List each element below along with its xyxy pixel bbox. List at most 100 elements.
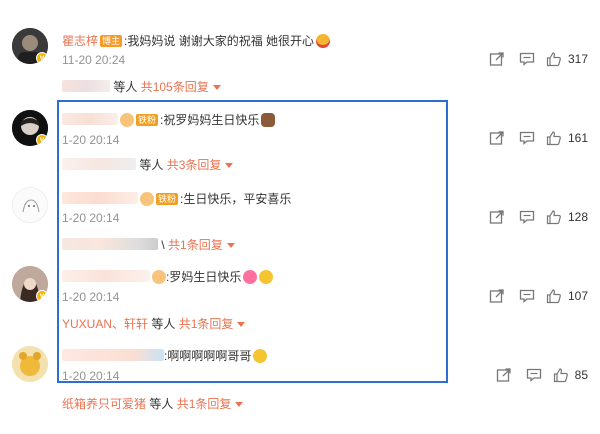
blurred-username <box>62 349 164 361</box>
comment-actions: 107 <box>482 287 588 305</box>
share-button[interactable] <box>482 287 512 305</box>
comment-time: 11-20 20:24 <box>62 53 126 67</box>
like-button[interactable]: 107 <box>546 288 588 304</box>
avatar-image <box>13 188 47 222</box>
iron-fan-tag: 铁粉 <box>136 114 159 126</box>
share-button[interactable] <box>489 366 519 384</box>
share-button[interactable] <box>482 50 512 68</box>
like-button[interactable]: 85 <box>553 367 588 383</box>
comment-actions: 85 <box>489 366 588 384</box>
replies-prefix: \ <box>161 238 165 252</box>
like-count: 85 <box>574 368 588 382</box>
comment-icon <box>519 52 535 66</box>
blurred-username <box>62 238 158 250</box>
chevron-down-icon <box>225 163 234 168</box>
avatar[interactable] <box>12 187 48 223</box>
comment-time: 1-20 20:14 <box>62 211 120 225</box>
avatar[interactable] <box>12 346 48 382</box>
like-count: 161 <box>567 131 588 145</box>
comment-line: 铁粉:祝罗妈妈生日快乐 <box>62 111 276 128</box>
replies-count: 共1条回复 <box>168 238 223 252</box>
comment-button[interactable] <box>512 287 542 305</box>
fan-emoji-icon <box>152 270 166 284</box>
comment-line: :罗妈生日快乐 <box>62 268 274 285</box>
verified-badge-icon: v <box>36 52 48 64</box>
like-button[interactable]: 161 <box>546 130 588 146</box>
replies-link[interactable]: 等人 共105条回复 <box>62 78 221 95</box>
replies-count: 共1条回复 <box>178 317 234 331</box>
replies-count: 共1条回复 <box>176 397 232 411</box>
blurred-username <box>62 158 136 170</box>
replies-prefix: 等人 <box>139 158 164 172</box>
share-button[interactable] <box>482 208 512 226</box>
comment-icon <box>519 289 535 303</box>
share-icon <box>489 52 504 66</box>
share-icon <box>489 131 504 145</box>
cry-emoji-icon <box>253 349 268 363</box>
comment-icon <box>519 131 535 145</box>
avatar[interactable]: v <box>12 28 48 64</box>
like-button[interactable]: 317 <box>546 51 588 67</box>
replies-count: 共3条回复 <box>166 158 222 172</box>
replies-count: 共105条回复 <box>140 80 209 94</box>
avatar[interactable]: v <box>12 266 48 302</box>
blurred-username <box>62 113 118 125</box>
blurred-username <box>62 192 138 204</box>
replies-prefix: 等人 <box>149 397 174 411</box>
heart-emoji-icon <box>243 270 258 284</box>
reply-usernames[interactable]: 纸箱养只可爱猪 <box>62 397 146 411</box>
comment-button[interactable] <box>512 50 542 68</box>
fan-emoji-icon <box>140 192 154 206</box>
comment-text: :啊啊啊啊啊哥哥 <box>164 349 252 363</box>
like-count: 128 <box>567 210 588 224</box>
comment-username[interactable]: 瞿志梓 <box>62 34 98 48</box>
comment-actions: 317 <box>482 50 588 68</box>
like-button[interactable]: 128 <box>546 209 588 225</box>
like-count: 107 <box>567 289 588 303</box>
chevron-down-icon <box>237 322 246 327</box>
comment-time: 1-20 20:14 <box>62 133 120 147</box>
replies-prefix: 等人 <box>113 80 138 94</box>
like-icon <box>553 368 568 383</box>
chevron-down-icon <box>226 243 235 248</box>
share-icon <box>489 210 504 224</box>
verified-badge-icon: v <box>36 290 48 302</box>
share-button[interactable] <box>482 129 512 147</box>
comment-line: :啊啊啊啊啊哥哥 <box>62 347 268 364</box>
iron-fan-tag: 铁粉 <box>156 193 179 205</box>
replies-link[interactable]: \ 共1条回复 <box>62 236 235 253</box>
blurred-username <box>62 270 150 282</box>
comment-text: :祝罗妈妈生日快乐 <box>160 113 260 127</box>
comment-text: :我妈妈说 谢谢大家的祝福 她很开心 <box>124 34 315 48</box>
blogger-tag: 博主 <box>100 35 123 47</box>
replies-link[interactable]: 纸箱养只可爱猪 等人 共1条回复 <box>62 395 244 412</box>
fan-emoji-icon <box>120 113 134 127</box>
chevron-down-icon <box>235 402 244 407</box>
comment-icon <box>526 368 541 382</box>
replies-link[interactable]: YUXUAN、轩轩 等人 共1条回复 <box>62 315 246 332</box>
replies-prefix: 等人 <box>151 317 176 331</box>
replies-link[interactable]: 等人 共3条回复 <box>62 156 234 173</box>
like-count: 317 <box>567 52 588 66</box>
like-icon <box>546 52 561 67</box>
cake-emoji-icon <box>261 113 276 127</box>
blush-emoji-icon <box>316 34 331 48</box>
like-icon <box>546 210 561 225</box>
comment-text: :罗妈生日快乐 <box>166 270 242 284</box>
comment-time: 1-20 20:14 <box>62 290 120 304</box>
avatar[interactable]: v <box>12 110 48 146</box>
comment-icon <box>519 210 535 224</box>
share-icon <box>489 289 504 303</box>
comment-actions: 128 <box>482 208 588 226</box>
comment-actions: 161 <box>482 129 588 147</box>
avatar-image <box>12 346 48 382</box>
blurred-username <box>62 80 110 92</box>
reply-usernames[interactable]: YUXUAN、轩轩 <box>62 317 148 331</box>
like-icon <box>546 289 561 304</box>
comment-button[interactable] <box>512 208 542 226</box>
comment-button[interactable] <box>512 129 542 147</box>
comment-button[interactable] <box>519 366 549 384</box>
comment-line: 铁粉:生日快乐，平安喜乐 <box>62 190 291 207</box>
cry-emoji-icon <box>259 270 274 284</box>
comment-line: 瞿志梓 博主:我妈妈说 谢谢大家的祝福 她很开心 <box>62 32 331 49</box>
